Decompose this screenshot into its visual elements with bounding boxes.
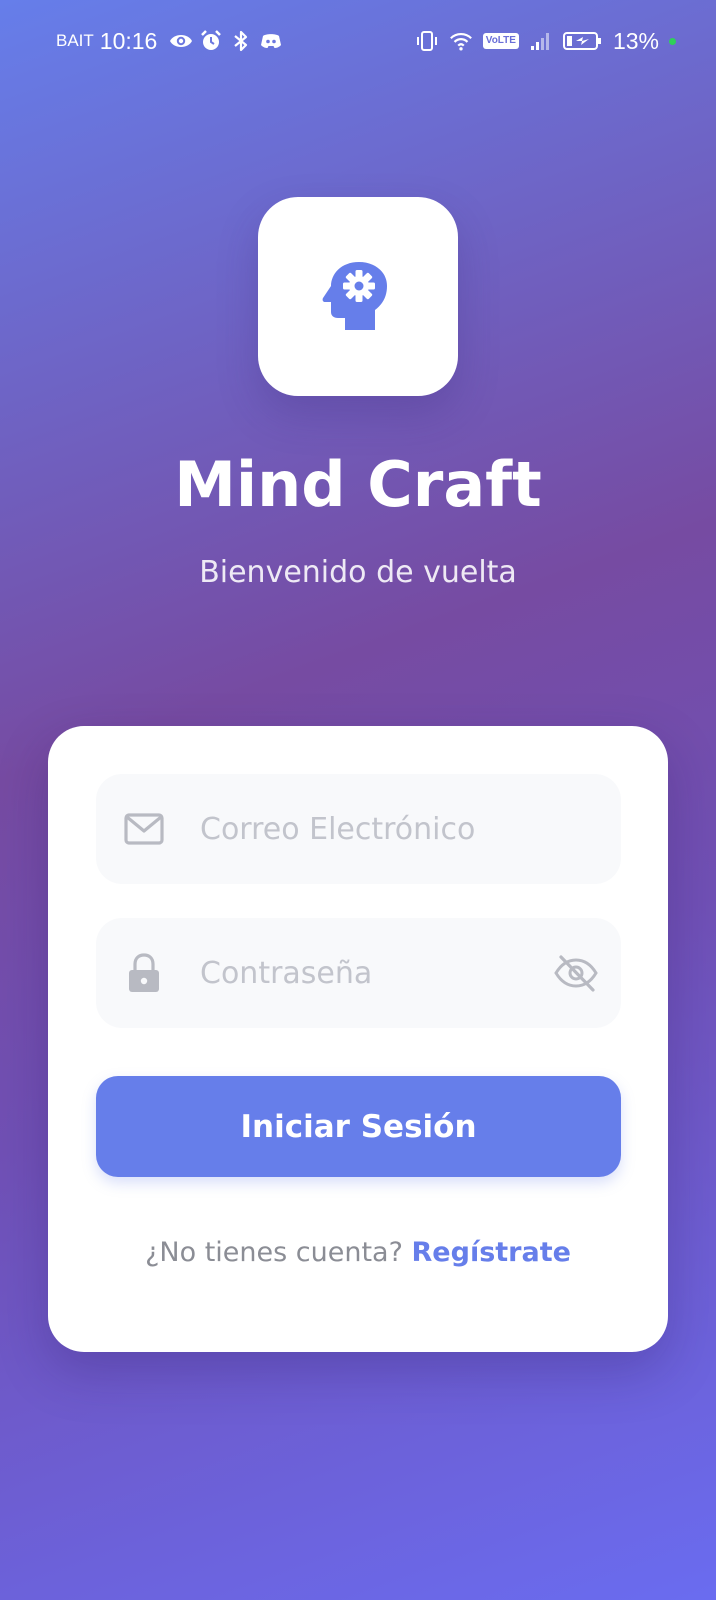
eye-off-icon[interactable] xyxy=(553,950,599,996)
status-bar-right: VoLTE 13% xyxy=(415,26,676,56)
app-logo xyxy=(258,197,458,396)
clock: 10:16 xyxy=(99,27,158,54)
signal-icon xyxy=(529,29,553,53)
signup-row: ¿No tienes cuenta? Regístrate xyxy=(48,1237,668,1268)
signup-link[interactable]: Regístrate xyxy=(412,1237,571,1268)
wifi-icon xyxy=(449,29,473,53)
battery-charging-icon xyxy=(562,29,603,53)
email-field-container xyxy=(96,774,621,884)
status-bar-left: BAIT 10:16 xyxy=(56,26,283,56)
bluetooth-icon xyxy=(229,29,253,53)
login-card: Iniciar Sesión ¿No tienes cuenta? Regíst… xyxy=(48,726,668,1352)
status-bar: BAIT 10:16 VoLTE 13% xyxy=(0,0,716,84)
carrier-label: BAIT xyxy=(56,31,94,50)
head-gear-icon xyxy=(319,256,397,338)
lock-icon xyxy=(122,951,166,995)
password-field-container xyxy=(96,918,621,1028)
app-subtitle: Bienvenido de vuelta xyxy=(199,555,517,590)
app-title: Mind Craft xyxy=(174,448,542,521)
mail-icon xyxy=(122,807,166,851)
vibrate-icon xyxy=(415,29,439,53)
battery-percent: 13% xyxy=(612,27,659,54)
volte-icon: VoLTE xyxy=(482,33,519,49)
eye-icon xyxy=(169,29,193,53)
alarm-icon xyxy=(199,29,223,53)
email-field[interactable] xyxy=(200,774,530,884)
battery-indicator-dot xyxy=(669,37,676,45)
signup-prompt: ¿No tienes cuenta? xyxy=(145,1237,403,1268)
login-button[interactable]: Iniciar Sesión xyxy=(96,1076,621,1177)
password-field[interactable] xyxy=(200,918,530,1028)
discord-icon xyxy=(259,29,283,53)
